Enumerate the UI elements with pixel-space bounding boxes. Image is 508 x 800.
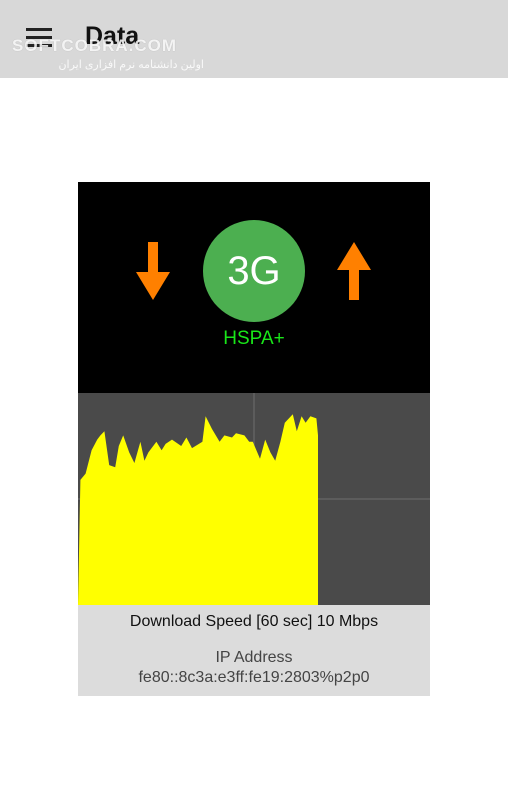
network-status-panel: 3G HSPA+ — [78, 182, 430, 393]
arrow-up-icon — [337, 242, 371, 300]
ip-address-label: IP Address — [215, 649, 293, 666]
app-bar: Data SOFTCOBRA.COM اولین دانشنامه نرم اف… — [0, 0, 508, 78]
watermark-subtitle: اولین دانشنامه نرم افزاری ایران — [58, 59, 204, 71]
ip-address-value: fe80::8c3a:e3ff:fe19:2803%p2p0 — [138, 669, 370, 686]
arrow-down-icon — [136, 242, 170, 300]
network-subtype-label: HSPA+ — [223, 328, 285, 349]
download-speed-text: Download Speed [60 sec] 10 Mbps — [129, 613, 379, 630]
network-card: 3G HSPA+ Download Speed [60 sec] 10 Mbps… — [78, 182, 430, 696]
watermark: SOFTCOBRA.COM — [12, 36, 178, 55]
info-panel: Download Speed [60 sec] 10 Mbps IP Addre… — [78, 605, 430, 696]
speed-graph — [78, 393, 430, 605]
network-type-badge: 3G — [203, 220, 305, 322]
